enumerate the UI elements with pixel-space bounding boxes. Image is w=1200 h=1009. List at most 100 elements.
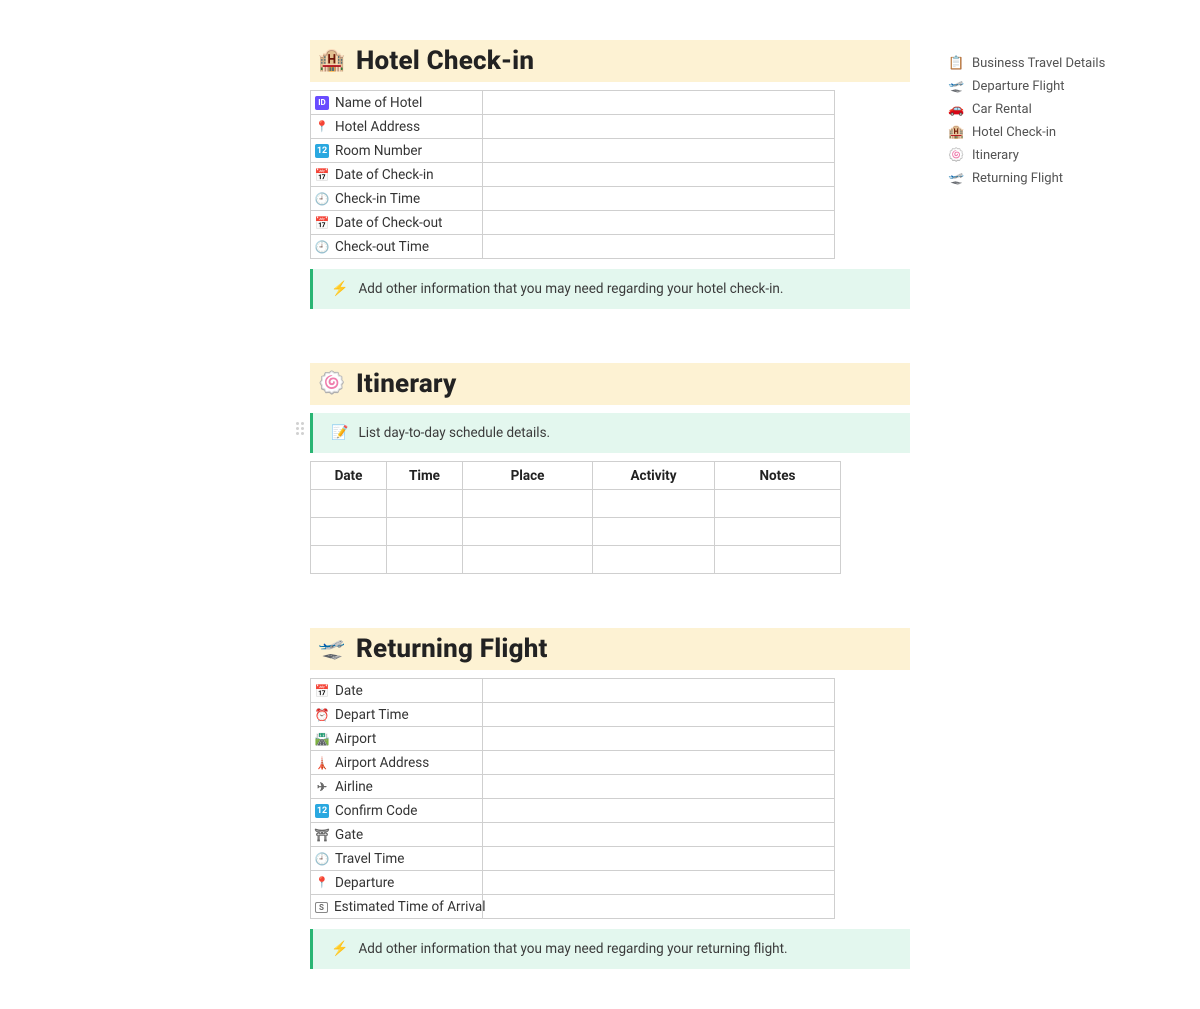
- lightning-icon: ⚡: [331, 282, 348, 296]
- returning-field-value[interactable]: [483, 871, 835, 895]
- itinerary-cell[interactable]: [715, 490, 841, 518]
- returning-field-value[interactable]: [483, 823, 835, 847]
- outline-item-label: Car Rental: [972, 102, 1032, 117]
- table-row: 12Confirm Code: [311, 799, 835, 823]
- section-heading-returning: 🛫 Returning Flight: [310, 628, 910, 670]
- table-row: [311, 546, 841, 574]
- itinerary-cell[interactable]: [387, 518, 463, 546]
- outline-item[interactable]: 🛫 Departure Flight: [948, 75, 1158, 98]
- outline-item[interactable]: 🚗 Car Rental: [948, 98, 1158, 121]
- returning-field-value[interactable]: [483, 679, 835, 703]
- hotel-field-label: 12Room Number: [311, 139, 483, 163]
- field-label-text: Estimated Time of Arrival: [334, 899, 486, 915]
- itinerary-cell[interactable]: [311, 546, 387, 574]
- table-row: IDName of Hotel: [311, 91, 835, 115]
- returning-field-label: 📍Departure: [311, 871, 483, 895]
- outline-item-label: Departure Flight: [972, 79, 1065, 94]
- table-row: 🗼Airport Address: [311, 751, 835, 775]
- outline-item[interactable]: 🏨Hotel Check-in: [948, 121, 1158, 144]
- itinerary-cell[interactable]: [311, 490, 387, 518]
- outline-item[interactable]: 📋Business Travel Details: [948, 52, 1158, 75]
- hotel-field-value[interactable]: [483, 115, 835, 139]
- hotel-field-label: 📅Date of Check-out: [311, 211, 483, 235]
- returning-field-value[interactable]: [483, 727, 835, 751]
- returning-callout-text: Add other information that you may need …: [358, 941, 787, 957]
- returning-field-value[interactable]: [483, 799, 835, 823]
- outline-item-label: Returning Flight: [972, 171, 1063, 186]
- hotel-icon: 🏨: [318, 50, 346, 72]
- table-row: 📍Hotel Address: [311, 115, 835, 139]
- itinerary-cell[interactable]: [593, 490, 715, 518]
- table-row: ⛩ Gate: [311, 823, 835, 847]
- returning-table: 📅Date⏰Depart Time🛣️Airport🗼Airport Addre…: [310, 678, 835, 919]
- table-row: 12Room Number: [311, 139, 835, 163]
- table-row: 🛣️Airport: [311, 727, 835, 751]
- page: 📋Business Travel Details 🛫 Departure Fligh…: [0, 0, 1200, 1009]
- returning-field-label: 🕘Travel Time: [311, 847, 483, 871]
- outline-item[interactable]: 🛫Returning Flight: [948, 167, 1158, 190]
- itinerary-cell[interactable]: [715, 546, 841, 574]
- hotel-field-value[interactable]: [483, 163, 835, 187]
- outline-item-icon: 🚗: [948, 103, 964, 116]
- outline-item-icon: 🛫: [948, 80, 964, 93]
- hotel-callout[interactable]: ⚡ Add other information that you may nee…: [310, 269, 910, 309]
- returning-icon: 🛫: [318, 638, 346, 660]
- field-label-text: Gate: [335, 827, 363, 843]
- itinerary-cell[interactable]: [387, 546, 463, 574]
- returning-field-label: 🛣️Airport: [311, 727, 483, 751]
- hotel-field-value[interactable]: [483, 235, 835, 259]
- table-row: [311, 490, 841, 518]
- field-label-text: Check-out Time: [335, 239, 429, 255]
- hotel-field-label: 🕘Check-out Time: [311, 235, 483, 259]
- itinerary-table: DateTimePlaceActivityNotes: [310, 461, 841, 574]
- itinerary-cell[interactable]: [311, 518, 387, 546]
- hotel-field-value[interactable]: [483, 211, 835, 235]
- returning-field-value[interactable]: [483, 751, 835, 775]
- hotel-field-value[interactable]: [483, 187, 835, 211]
- field-label-text: Date of Check-out: [335, 215, 442, 231]
- outline-item-icon: 📋: [948, 57, 964, 70]
- field-type-icon: ⛩: [315, 828, 329, 842]
- itinerary-cell[interactable]: [593, 546, 715, 574]
- itinerary-cell[interactable]: [715, 518, 841, 546]
- hotel-callout-text: Add other information that you may need …: [358, 281, 783, 297]
- lightning-icon: ⚡: [331, 942, 348, 956]
- returning-callout[interactable]: ⚡ Add other information that you may nee…: [310, 929, 910, 969]
- itinerary-cell[interactable]: [387, 490, 463, 518]
- main-content: 🏨 Hotel Check-in IDName of Hotel📍Hotel A…: [310, 40, 910, 969]
- outline-item-icon: 🏨: [948, 126, 964, 139]
- field-label-text: Airline: [335, 779, 373, 795]
- itinerary-cell[interactable]: [463, 490, 593, 518]
- returning-field-value[interactable]: [483, 775, 835, 799]
- itinerary-cell[interactable]: [463, 546, 593, 574]
- table-row: 🕘Check-in Time: [311, 187, 835, 211]
- returning-field-value[interactable]: [483, 703, 835, 727]
- field-type-icon: ⏰: [315, 708, 329, 722]
- table-row: 📅Date: [311, 679, 835, 703]
- returning-field-label: 📅Date: [311, 679, 483, 703]
- hotel-field-value[interactable]: [483, 91, 835, 115]
- hotel-field-label: IDName of Hotel: [311, 91, 483, 115]
- returning-field-value[interactable]: [483, 895, 835, 919]
- itinerary-cell[interactable]: [593, 518, 715, 546]
- memo-icon: 📝: [331, 426, 348, 440]
- returning-field-label: SEstimated Time of Arrival: [311, 895, 483, 919]
- returning-field-value[interactable]: [483, 847, 835, 871]
- outline-item[interactable]: 🍥Itinerary: [948, 144, 1158, 167]
- returning-field-label: 12Confirm Code: [311, 799, 483, 823]
- itinerary-heading: Itinerary: [356, 369, 457, 399]
- returning-field-label: ⛩ Gate: [311, 823, 483, 847]
- drag-handle-icon[interactable]: [296, 422, 306, 436]
- field-label-text: Airport Address: [335, 755, 429, 771]
- returning-field-label: ⏰Depart Time: [311, 703, 483, 727]
- table-row: 🕘Check-out Time: [311, 235, 835, 259]
- itinerary-callout[interactable]: 📝 List day-to-day schedule details.: [310, 413, 910, 453]
- hotel-table: IDName of Hotel📍Hotel Address12Room Numb…: [310, 90, 835, 259]
- itinerary-cell[interactable]: [463, 518, 593, 546]
- table-row: ⏰Depart Time: [311, 703, 835, 727]
- field-type-icon: 📅: [315, 684, 329, 698]
- hotel-field-value[interactable]: [483, 139, 835, 163]
- hotel-field-label: 📅Date of Check-in: [311, 163, 483, 187]
- itinerary-column-header: Place: [463, 462, 593, 490]
- table-row: 🕘Travel Time: [311, 847, 835, 871]
